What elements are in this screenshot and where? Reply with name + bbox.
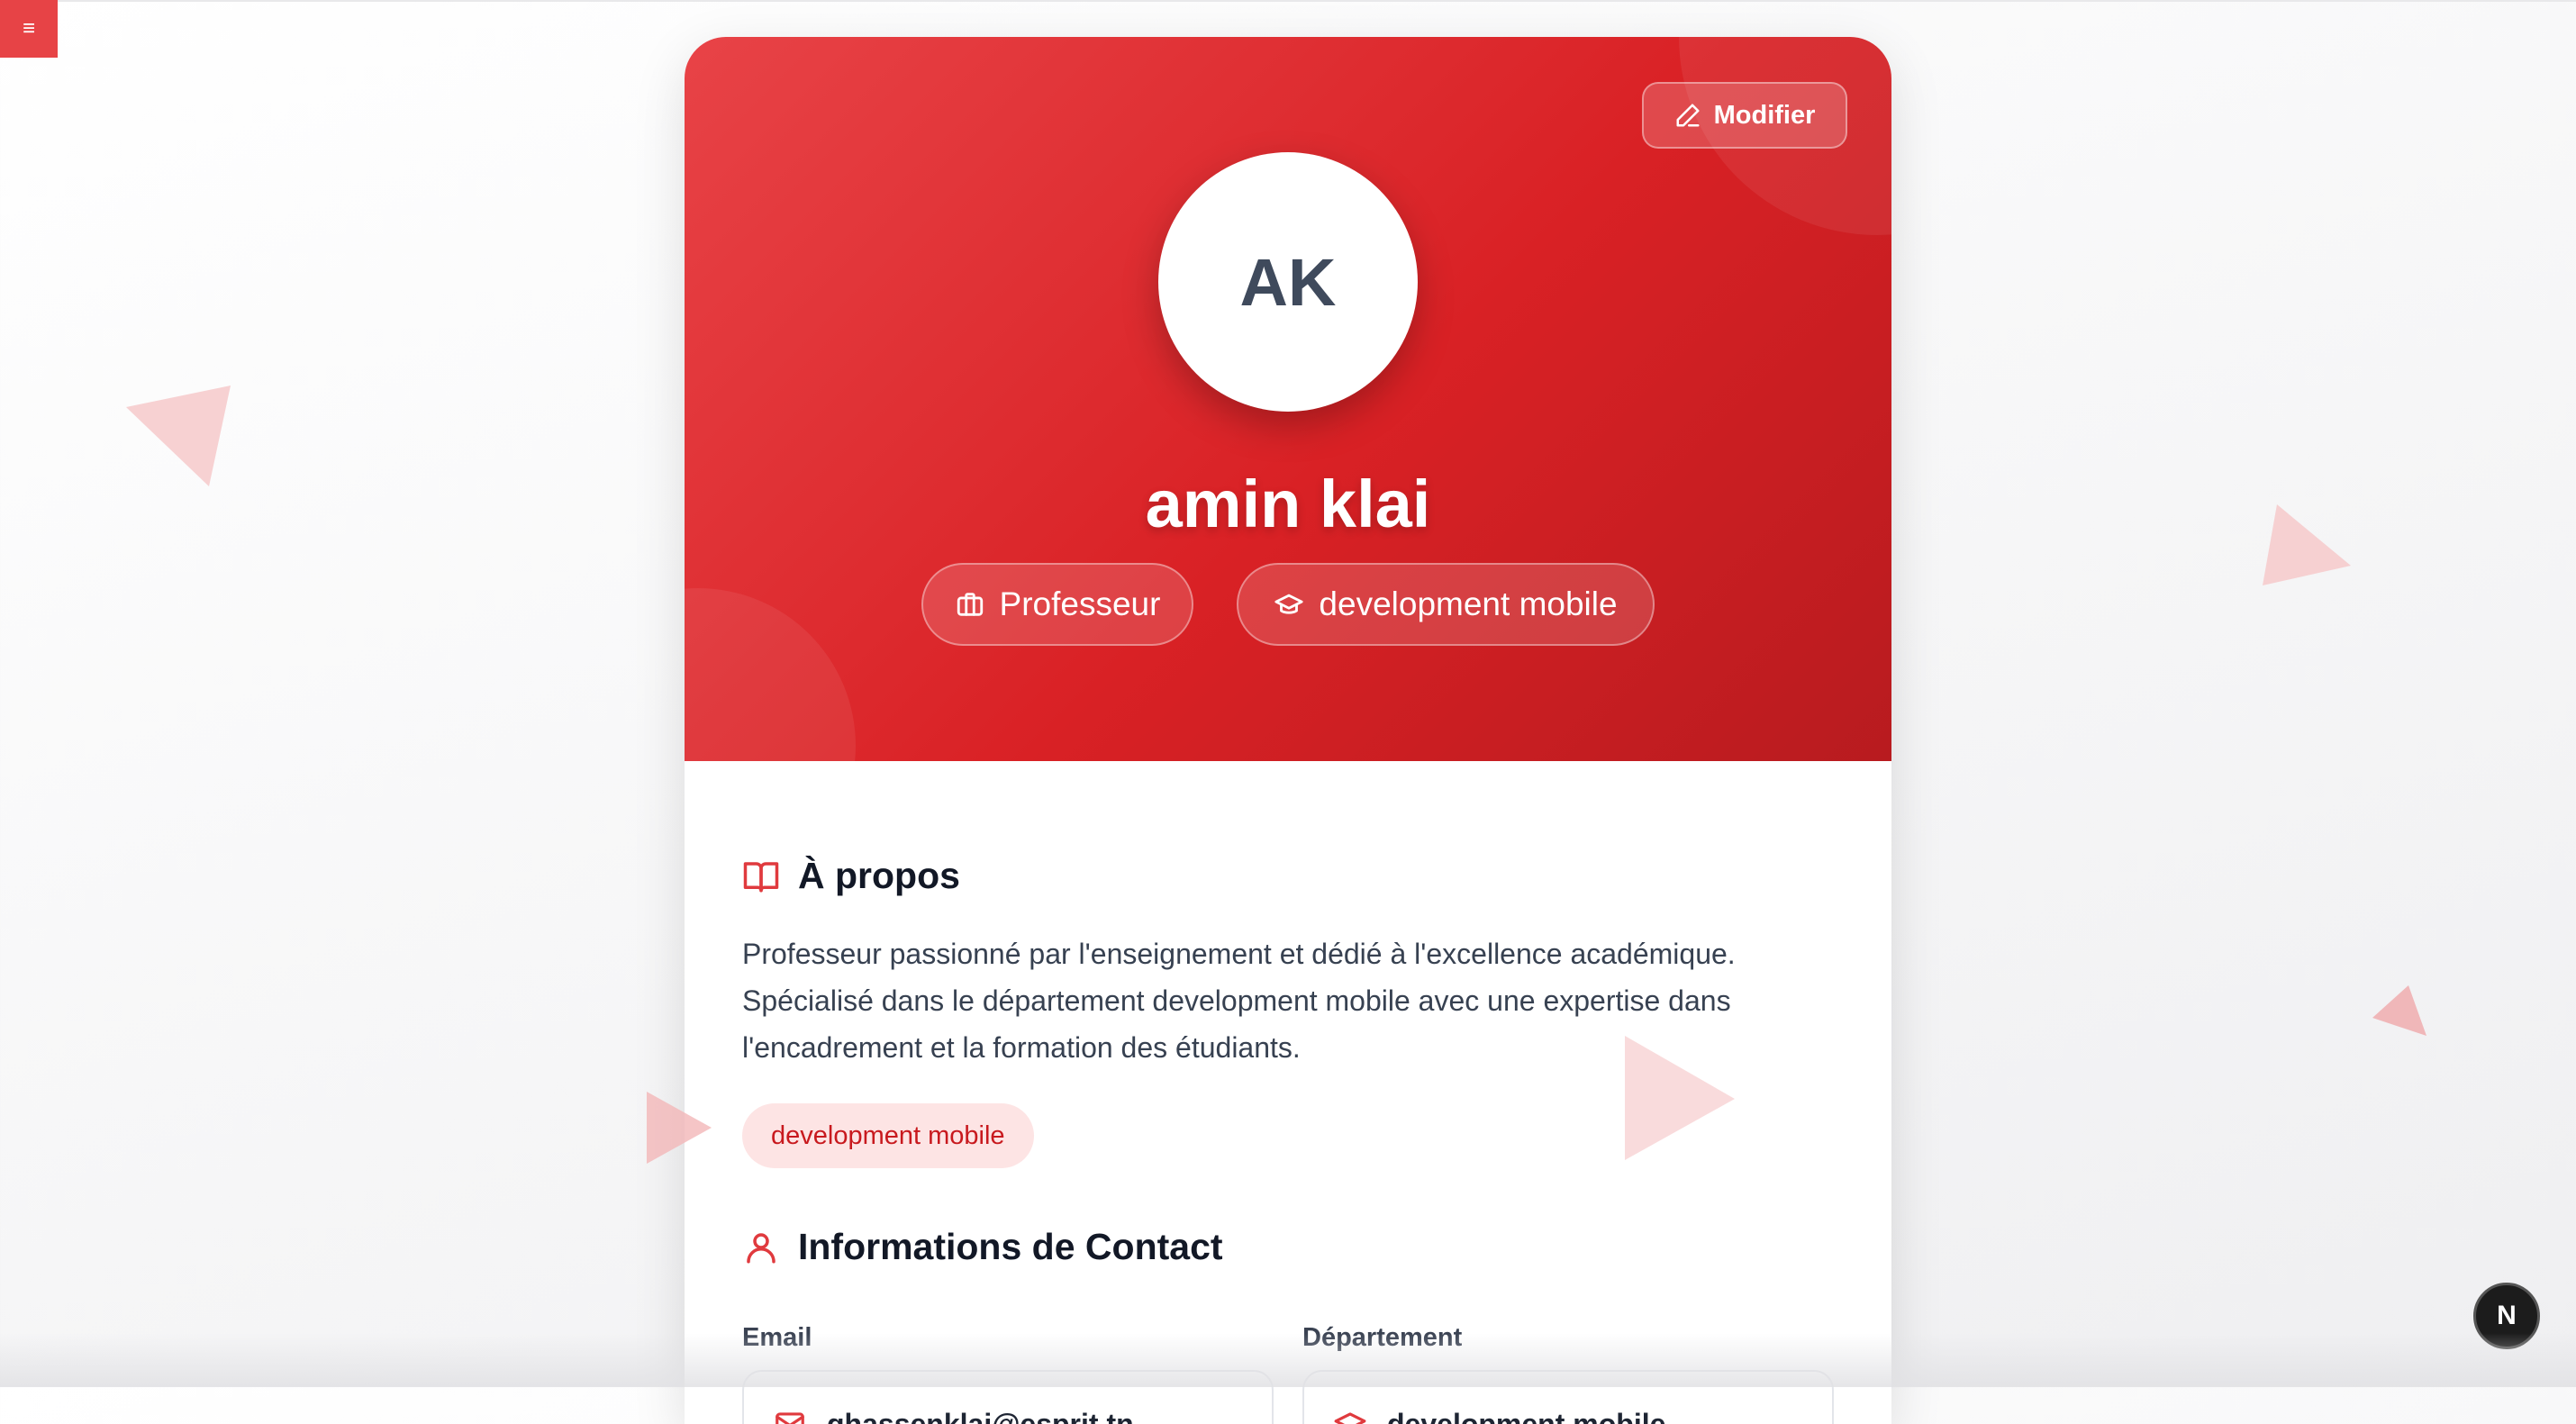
decor-triangle-center-right [1625,1036,1737,1162]
top-border [0,0,2576,2]
about-title: À propos [798,855,960,897]
next-logo-icon: N [2497,1301,2517,1331]
email-field[interactable]: ghassenklai@esprit.tn [742,1370,1274,1424]
department-chip: development mobile [1237,563,1655,646]
briefcase-icon [955,589,985,620]
menu-button[interactable]: ≡ [0,0,58,58]
contact-title: Informations de Contact [798,1226,1223,1268]
contact-heading: Informations de Contact [742,1226,1223,1268]
department-label: Département [1302,1323,1462,1353]
menu-icon: ≡ [23,16,35,41]
decor-triangle-left [126,385,234,490]
about-heading: À propos [742,855,960,897]
profile-chips: Professeur development mobile [685,563,1891,646]
department-tag: development mobile [742,1103,1034,1168]
department-field[interactable]: development mobile [1302,1370,1834,1424]
book-open-icon [742,857,780,895]
avatar: AK [1158,152,1418,412]
decor-triangle-center-left [647,1092,713,1166]
role-chip: Professeur [921,563,1193,646]
decor-triangle-right-lower [2372,985,2428,1038]
user-icon [742,1229,780,1266]
department-value: development mobile [1387,1408,1665,1424]
department-chip-label: development mobile [1319,585,1617,623]
edit-profile-button[interactable]: Modifier [1642,82,1847,149]
graduation-cap-icon [1274,589,1304,620]
role-chip-label: Professeur [1000,585,1161,623]
profile-card: Modifier AK amin klai Professeur develop… [685,37,1891,1424]
next-logo-button[interactable]: N [2473,1283,2540,1349]
avatar-initials: AK [1240,244,1337,321]
email-value: ghassenklai@esprit.tn [827,1408,1134,1424]
profile-header: Modifier AK amin klai Professeur develop… [685,37,1891,761]
profile-name: amin klai [685,466,1891,542]
decor-triangle-right-upper [2263,504,2353,587]
email-label: Email [742,1323,812,1353]
graduation-cap-icon [1333,1407,1367,1424]
pencil-icon [1674,102,1701,129]
mail-icon [773,1407,807,1424]
edit-button-label: Modifier [1714,101,1816,131]
